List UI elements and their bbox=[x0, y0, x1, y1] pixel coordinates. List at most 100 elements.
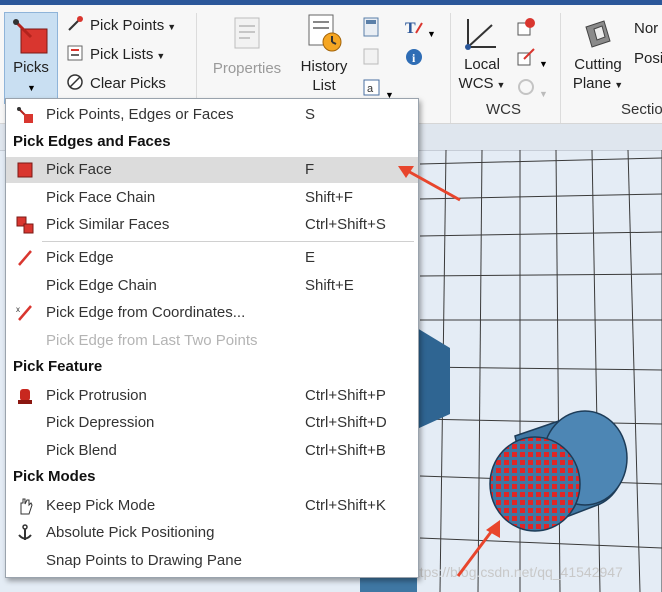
svg-text:T: T bbox=[405, 20, 416, 37]
picked-face bbox=[489, 436, 581, 532]
normal-cut-label[interactable]: Nor bbox=[634, 17, 658, 41]
wcs-group-label: WCS bbox=[486, 101, 521, 118]
menu-item-pick-similar-faces[interactable]: Pick Similar Faces Ctrl+Shift+S bbox=[6, 212, 418, 238]
menu-item-pick-protrusion[interactable]: Pick Protrusion Ctrl+Shift+P bbox=[6, 383, 418, 409]
menu-item-shortcut: Ctrl+Shift+B bbox=[305, 442, 386, 459]
chevron-down-icon: ▼ bbox=[167, 22, 177, 32]
menu-item-label: Pick Face Chain bbox=[46, 189, 156, 206]
menu-item-label: Pick Edge from Last Two Points bbox=[46, 332, 258, 349]
menu-item-pick-face-chain[interactable]: Pick Face Chain Shift+F bbox=[6, 185, 418, 211]
menu-item-snap-points-to-drawing-pane[interactable]: Snap Points to Drawing Pane bbox=[6, 548, 418, 574]
menu-item-pick-edge-chain[interactable]: Pick Edge Chain Shift+E bbox=[6, 273, 418, 299]
menu-item-label: Pick Similar Faces bbox=[46, 216, 170, 233]
local-wcs-button[interactable]: Local WCS ▼ bbox=[456, 15, 508, 95]
chevron-down-icon: ▼ bbox=[427, 29, 436, 39]
calculator-icon[interactable] bbox=[362, 17, 380, 37]
picks-label: Picks bbox=[13, 59, 49, 76]
menu-item-pick-face[interactable]: Pick Face F bbox=[6, 157, 418, 183]
wcs-disabled-button[interactable]: ▼ bbox=[516, 77, 548, 102]
menu-item-shortcut: F bbox=[305, 161, 315, 178]
cutting-plane-label-line2: Plane ▼ bbox=[572, 75, 624, 92]
section-group-label: Sectio bbox=[621, 101, 662, 118]
wcs-transform-button[interactable]: ▼ bbox=[516, 47, 548, 72]
cutting-plane-icon bbox=[585, 20, 611, 48]
menu-item-pick-points-edges-or-faces[interactable]: Pick Points, Edges or Faces S bbox=[6, 102, 418, 128]
menu-item-shortcut: Ctrl+Shift+P bbox=[305, 387, 386, 404]
anchor-icon bbox=[16, 524, 34, 542]
chevron-down-icon: ▼ bbox=[156, 51, 166, 61]
pick-points-edges-faces-icon bbox=[16, 106, 34, 124]
menu-item-label: Snap Points to Drawing Pane bbox=[46, 552, 242, 569]
menu-item-label: Pick Points, Edges or Faces bbox=[46, 106, 234, 123]
svg-text:a: a bbox=[367, 83, 374, 95]
menu-item-absolute-pick-positioning[interactable]: Absolute Pick Positioning bbox=[6, 520, 418, 546]
menu-item-pick-blend[interactable]: Pick Blend Ctrl+Shift+B bbox=[6, 438, 418, 464]
picks-dropdown-menu: Pick Points, Edges or Faces S Pick Edges a… bbox=[5, 98, 419, 578]
pick-points-button[interactable]: Pick Points ▼ bbox=[66, 14, 176, 38]
menu-item-pick-edge-from-last-two-points[interactable]: Pick Edge from Last Two Points bbox=[6, 328, 418, 354]
menu-item-label: Pick Edge bbox=[46, 249, 114, 266]
pick-point-icon bbox=[68, 16, 83, 31]
history-label-line1: History bbox=[300, 58, 348, 75]
cutting-plane-button[interactable]: Cutting Plane ▼ bbox=[568, 15, 628, 95]
local-wcs-label-line1: Local bbox=[464, 56, 500, 73]
menu-item-label: Pick Edge Chain bbox=[46, 277, 157, 294]
chevron-down-icon: ▼ bbox=[539, 59, 548, 69]
macro-icon: a bbox=[363, 79, 380, 96]
watermark: https://blog.csdn.net/qq_41542947 bbox=[408, 564, 623, 580]
svg-text:x: x bbox=[16, 305, 20, 314]
menu-item-pick-edge[interactable]: Pick Edge E bbox=[6, 245, 418, 271]
text-style-icon: T bbox=[405, 20, 423, 37]
clear-picks-button[interactable]: Clear Picks bbox=[66, 72, 166, 96]
properties-icon bbox=[234, 17, 260, 49]
menu-item-label: Keep Pick Mode bbox=[46, 497, 156, 514]
menu-item-shortcut: S bbox=[305, 106, 316, 123]
menu-item-label: Absolute Pick Positioning bbox=[46, 524, 215, 541]
menu-separator bbox=[42, 241, 414, 242]
menu-item-shortcut: E bbox=[305, 249, 316, 266]
menu-item-pick-edge-from-coordinates[interactable]: x Pick Edge from Coordinates... bbox=[6, 300, 418, 326]
menu-item-label: Pick Blend bbox=[46, 442, 117, 459]
annotation-arrow-face bbox=[456, 520, 500, 577]
pick-points-label: Pick Points bbox=[90, 17, 165, 34]
local-wcs-label-line2: WCS ▼ bbox=[458, 75, 506, 92]
pick-lists-button[interactable]: Pick Lists ▼ bbox=[66, 43, 165, 67]
history-label-line2: List bbox=[312, 77, 336, 94]
history-list-button[interactable]: History List bbox=[294, 13, 354, 95]
picks-icon bbox=[13, 19, 48, 54]
menu-item-shortcut: Shift+F bbox=[305, 189, 353, 206]
ribbon-separator bbox=[450, 13, 451, 123]
menu-item-keep-pick-mode[interactable]: Keep Pick Mode Ctrl+Shift+K bbox=[6, 493, 418, 519]
wcs-transform-icon bbox=[517, 48, 535, 66]
menu-item-label: Pick Protrusion bbox=[46, 387, 147, 404]
local-wcs-icon bbox=[465, 19, 496, 50]
menu-item-shortcut: Ctrl+Shift+D bbox=[305, 414, 387, 431]
picks-button[interactable]: Picks ▼ bbox=[4, 12, 58, 104]
edge-from-coordinates-icon: x bbox=[16, 304, 34, 322]
properties-button[interactable]: Properties bbox=[206, 15, 288, 78]
menu-item-shortcut: Ctrl+Shift+S bbox=[305, 216, 386, 233]
menu-item-shortcut: Shift+E bbox=[305, 277, 354, 294]
menu-item-pick-depression[interactable]: Pick Depression Ctrl+Shift+D bbox=[6, 410, 418, 436]
wcs-align-icon[interactable] bbox=[516, 17, 536, 37]
menu-header-pick-feature: Pick Feature bbox=[13, 358, 103, 375]
compare-icon[interactable] bbox=[362, 47, 380, 67]
chevron-down-icon: ▼ bbox=[27, 83, 36, 93]
annotation-arrow-menu bbox=[398, 166, 461, 202]
clear-picks-label: Clear Picks bbox=[90, 75, 166, 92]
text-style-button[interactable]: T ▼ bbox=[404, 17, 436, 42]
position-cut-label[interactable]: Posi bbox=[634, 47, 662, 71]
info-icon[interactable]: i bbox=[404, 47, 424, 67]
hand-icon bbox=[16, 497, 34, 515]
menu-item-label: Pick Depression bbox=[46, 414, 155, 431]
wcs-disabled-icon bbox=[518, 79, 534, 95]
cutting-plane-label-line1: Cutting bbox=[574, 56, 622, 73]
chevron-down-icon: ▼ bbox=[539, 89, 548, 99]
clear-picks-icon bbox=[67, 74, 83, 90]
menu-header-pick-edges-and-faces: Pick Edges and Faces bbox=[13, 133, 171, 150]
pick-lists-label: Pick Lists bbox=[90, 46, 154, 63]
history-list-icon bbox=[308, 14, 342, 52]
menu-item-shortcut: Ctrl+Shift+K bbox=[305, 497, 386, 514]
ribbon-separator bbox=[560, 13, 561, 123]
properties-label: Properties bbox=[212, 60, 282, 77]
